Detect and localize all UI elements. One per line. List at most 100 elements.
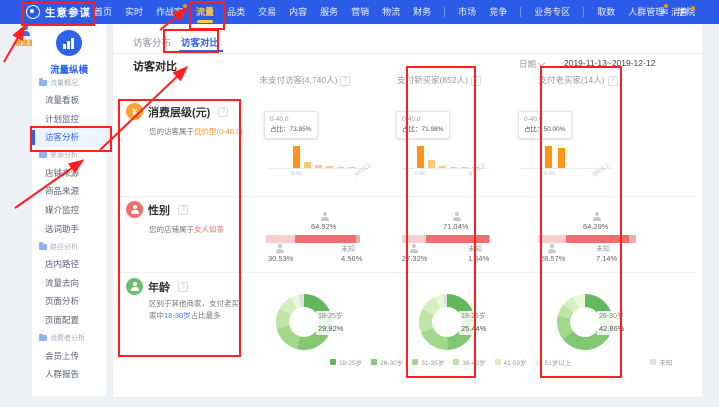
gender-segment	[538, 235, 566, 243]
legend-swatch	[453, 359, 459, 365]
messages-button[interactable]: ✉ 消息	[660, 0, 695, 24]
topnav-item-2[interactable]: 作战室	[156, 0, 183, 24]
topbar: 生意参谋 首页实时作战室流量品类交易内容服务营销物流财务 市场竞争 业务专区 取数人群…	[0, 0, 719, 24]
topnav-item-0[interactable]: 首页	[94, 0, 112, 24]
female-icon	[321, 212, 329, 221]
legend-swatch	[412, 359, 418, 365]
gender-bar	[402, 235, 490, 243]
sidebar: 流量纵横 流量概况流量看板计划监控访客分析来源分析店铺来源商品来源媒介监控选词助…	[32, 24, 106, 396]
gender-subtitle: 您的店铺属于女人如茶	[149, 224, 224, 235]
legend-swatch	[495, 359, 501, 365]
tooltip-value: 占比：71.98%	[402, 125, 444, 135]
legend-item-6[interactable]: 未知	[650, 357, 672, 367]
gender-segment	[356, 235, 360, 243]
consumption-bar-chart	[293, 146, 355, 168]
column-header-unpaid: 未支付访客(4,740人)?	[240, 74, 370, 86]
help-icon[interactable]: ?	[471, 76, 481, 86]
unknown-label: 未知	[468, 244, 482, 254]
female-icon	[453, 212, 461, 221]
sidebar-item-1-3[interactable]: 选词助手	[32, 220, 106, 239]
legend-item-3[interactable]: 36-40岁	[453, 357, 485, 367]
sidebar-item-0-0[interactable]: 流量看板	[32, 91, 106, 110]
topnav-item-4[interactable]: 品类	[227, 0, 245, 24]
consumption-bar-chart	[417, 146, 479, 168]
gender-bar	[266, 235, 360, 243]
male-icon	[276, 244, 284, 253]
notification-dot	[691, 6, 695, 10]
male-icon	[410, 244, 418, 253]
bar	[545, 146, 552, 168]
help-icon[interactable]: ?	[608, 76, 618, 86]
topnav-item-10[interactable]: 财务	[413, 0, 431, 24]
nav-separator	[583, 7, 584, 17]
sidebar-item-0-2[interactable]: 访客分析	[32, 128, 106, 147]
chart-tooltip: 0-40.0 占比：50.00%	[518, 111, 572, 139]
compass-logo-icon	[26, 5, 40, 19]
app-logo-label: 生意参谋	[45, 5, 91, 20]
sidebar-item-1-2[interactable]: 媒介监控	[32, 201, 106, 220]
topnav-item-11[interactable]: 市场	[458, 0, 476, 24]
x-tick-label: 0-40	[291, 171, 302, 177]
donut-hole	[432, 307, 462, 337]
folder-icon	[39, 152, 47, 158]
topnav-item-9[interactable]: 物流	[382, 0, 400, 24]
topnav-item-8[interactable]: 营销	[351, 0, 369, 24]
business-advisor-dashboard: 生意参谋 首页实时作战室流量品类交易内容服务营销物流财务市场竞争业务专区取数人群…	[0, 0, 719, 407]
legend-swatch	[650, 359, 656, 365]
topnav-item-15[interactable]: 人群管理	[628, 0, 664, 24]
help-icon[interactable]: ?	[218, 107, 228, 117]
topnav-item-14[interactable]: 取数	[597, 0, 615, 24]
topnav-item-7[interactable]: 服务	[320, 0, 338, 24]
topnav-item-1[interactable]: 实时	[125, 0, 143, 24]
date-filter[interactable]: 日期	[519, 58, 544, 70]
chart-tooltip: 0-40.0 占比：73.95%	[264, 111, 318, 139]
legend-item-2[interactable]: 31-35岁	[412, 357, 444, 367]
sidebar-item-2-2[interactable]: 页面分析	[32, 292, 106, 311]
tab-visitor-distribution[interactable]: 访客分布	[133, 35, 171, 49]
sidebar-item-0-1[interactable]: 计划监控	[32, 110, 106, 129]
chevron-down-icon	[538, 59, 545, 66]
tooltip-value: 占比：73.95%	[270, 125, 312, 135]
sidebar-group-header-2: 路径分析	[32, 238, 106, 255]
donut-hole	[570, 307, 600, 337]
row-divider	[120, 196, 695, 197]
legend-swatch	[536, 359, 542, 365]
sidebar-group-header-0: 流量概况	[32, 74, 106, 91]
topnav-item-3[interactable]: 流量	[196, 0, 214, 24]
legend-swatch	[371, 359, 377, 365]
topnav-item-5[interactable]: 交易	[258, 0, 276, 24]
sidebar-item-3-0[interactable]: 会员上传	[32, 347, 106, 366]
topnav-item-6[interactable]: 内容	[289, 0, 307, 24]
topnav-item-13[interactable]: 业务专区	[534, 0, 570, 24]
sidebar-item-2-0[interactable]: 店内路径	[32, 255, 106, 274]
sidebar-item-2-3[interactable]: 页面配置	[32, 311, 106, 330]
nav-separator	[444, 7, 445, 17]
bar	[417, 146, 424, 168]
sidebar-item-1-1[interactable]: 商品来源	[32, 182, 106, 201]
age-icon	[126, 278, 143, 295]
sidebar-group-header-3: 消费者分析	[32, 330, 106, 347]
unknown-label: 未知	[341, 244, 355, 254]
page-title: 访客对比	[133, 58, 177, 74]
sidebar-item-3-1[interactable]: 人群报告	[32, 365, 106, 384]
sidebar-item-2-1[interactable]: 流量去向	[32, 274, 106, 293]
male-percentage: 27.32%	[402, 254, 427, 263]
chart-tooltip: 0-40.0 占比：71.98%	[396, 111, 450, 139]
legend-item-4[interactable]: 41-50岁	[495, 357, 527, 367]
legend-item-0[interactable]: 18-25岁	[330, 357, 362, 367]
topnav-item-12[interactable]: 竞争	[489, 0, 507, 24]
tabs-divider	[113, 53, 702, 54]
help-icon[interactable]: ?	[178, 282, 188, 292]
help-icon[interactable]: ?	[340, 76, 350, 86]
help-icon[interactable]: ?	[178, 205, 188, 215]
legend-item-5[interactable]: 51岁以上	[536, 357, 572, 367]
x-tick-label: 0-40	[415, 171, 426, 177]
topnav: 首页实时作战室流量品类交易内容服务营销物流财务市场竞争业务专区取数人群管理学院	[94, 0, 695, 24]
gender-segment	[266, 235, 295, 243]
app-logo[interactable]: 生意参谋	[26, 0, 91, 24]
unknown-label: 未知	[596, 244, 610, 254]
sidebar-item-1-0[interactable]: 店铺来源	[32, 164, 106, 183]
legend-item-1[interactable]: 26-30岁	[371, 357, 403, 367]
tab-visitor-compare[interactable]: 访客对比	[181, 35, 219, 49]
donut-label: 18-25岁 25.44%	[459, 311, 488, 335]
